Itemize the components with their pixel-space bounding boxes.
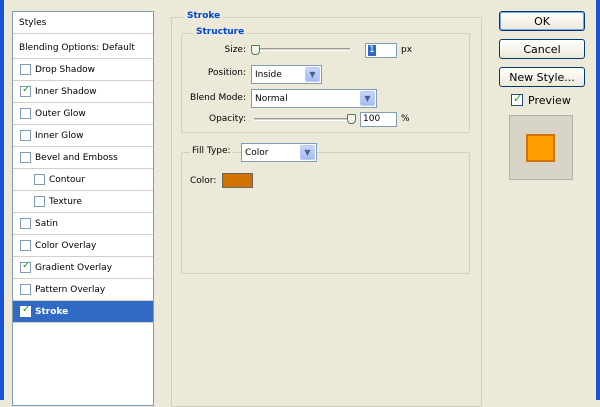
blending-options-label: Blending Options: Default bbox=[19, 42, 135, 53]
list-item-label: Bevel and Emboss bbox=[35, 152, 118, 163]
list-item-stroke[interactable]: Stroke bbox=[13, 301, 153, 323]
position-value: Inside bbox=[255, 69, 282, 80]
fill-type-select[interactable]: Color ▼ bbox=[241, 143, 317, 162]
color-overlay-checkbox[interactable] bbox=[20, 240, 31, 251]
styles-header-label: Styles bbox=[19, 17, 47, 28]
chevron-down-icon[interactable]: ▼ bbox=[305, 67, 320, 82]
window-frame-right bbox=[596, 0, 600, 400]
stroke-color-swatch[interactable] bbox=[222, 173, 253, 188]
list-item-drop-shadow[interactable]: Drop Shadow bbox=[13, 59, 153, 81]
list-item-label: Texture bbox=[49, 196, 82, 207]
fill-type-label: Fill Type: bbox=[190, 146, 233, 156]
drop-shadow-checkbox[interactable] bbox=[20, 64, 31, 75]
size-field[interactable]: 1 bbox=[365, 43, 397, 58]
list-item-label: Inner Shadow bbox=[35, 86, 97, 97]
chevron-down-icon[interactable]: ▼ bbox=[360, 91, 375, 106]
cancel-button[interactable]: Cancel bbox=[499, 39, 585, 59]
stroke-checkbox[interactable] bbox=[20, 304, 31, 317]
opacity-slider-thumb-icon[interactable] bbox=[347, 114, 356, 124]
blend-mode-label: Blend Mode: bbox=[189, 93, 246, 103]
fill-groupbox bbox=[181, 152, 470, 274]
stroke-title: Stroke bbox=[184, 11, 224, 21]
texture-checkbox[interactable] bbox=[34, 196, 45, 207]
preview-checkbox[interactable] bbox=[511, 92, 523, 106]
opacity-label: Opacity: bbox=[209, 114, 246, 124]
preview-well bbox=[509, 115, 573, 180]
opacity-slider-track[interactable] bbox=[254, 118, 354, 121]
contour-checkbox[interactable] bbox=[34, 174, 45, 185]
list-item-label: Stroke bbox=[35, 306, 69, 317]
list-item-label: Drop Shadow bbox=[35, 64, 96, 75]
preview-label: Preview bbox=[528, 94, 571, 107]
opacity-value: 100 bbox=[363, 114, 381, 124]
opacity-field[interactable]: 100 bbox=[360, 112, 397, 127]
list-item-texture[interactable]: Texture bbox=[13, 191, 153, 213]
inner-shadow-checkbox[interactable] bbox=[20, 84, 31, 97]
color-label: Color: bbox=[190, 176, 217, 186]
position-label: Position: bbox=[207, 68, 246, 78]
gradient-overlay-checkbox[interactable] bbox=[20, 260, 31, 273]
size-slider-thumb-icon[interactable] bbox=[251, 45, 260, 55]
chevron-down-icon[interactable]: ▼ bbox=[300, 145, 315, 160]
list-item-label: Pattern Overlay bbox=[35, 284, 106, 295]
new-style-button[interactable]: New Style... bbox=[499, 67, 585, 87]
list-item-gradient-overlay[interactable]: Gradient Overlay bbox=[13, 257, 153, 279]
list-item-label: Satin bbox=[35, 218, 58, 229]
opacity-unit: % bbox=[401, 114, 410, 124]
satin-checkbox[interactable] bbox=[20, 218, 31, 229]
inner-glow-checkbox[interactable] bbox=[20, 130, 31, 141]
size-slider-track[interactable] bbox=[254, 48, 350, 51]
list-item-label: Inner Glow bbox=[35, 130, 84, 141]
structure-title: Structure bbox=[193, 27, 248, 37]
list-item-inner-shadow[interactable]: Inner Shadow bbox=[13, 81, 153, 103]
list-item-label: Color Overlay bbox=[35, 240, 97, 251]
outer-glow-checkbox[interactable] bbox=[20, 108, 31, 119]
styles-list: Styles Blending Options: Default Drop Sh… bbox=[12, 11, 154, 406]
list-item-color-overlay[interactable]: Color Overlay bbox=[13, 235, 153, 257]
blend-mode-select[interactable]: Normal ▼ bbox=[251, 89, 377, 108]
list-item-pattern-overlay[interactable]: Pattern Overlay bbox=[13, 279, 153, 301]
list-item-bevel-and-emboss[interactable]: Bevel and Emboss bbox=[13, 147, 153, 169]
bevel-and-emboss-checkbox[interactable] bbox=[20, 152, 31, 163]
ok-button[interactable]: OK bbox=[499, 11, 585, 31]
preview-thumbnail bbox=[526, 134, 555, 162]
list-item-contour[interactable]: Contour bbox=[13, 169, 153, 191]
list-item-inner-glow[interactable]: Inner Glow bbox=[13, 125, 153, 147]
size-unit: px bbox=[401, 45, 413, 55]
window-frame-left bbox=[0, 0, 4, 400]
pattern-overlay-checkbox[interactable] bbox=[20, 284, 31, 295]
styles-header[interactable]: Styles bbox=[13, 12, 153, 34]
fill-type-value: Color bbox=[245, 147, 269, 158]
list-item-outer-glow[interactable]: Outer Glow bbox=[13, 103, 153, 125]
size-label: Size: bbox=[224, 45, 246, 55]
position-select[interactable]: Inside ▼ bbox=[251, 65, 322, 84]
list-item-label: Contour bbox=[49, 174, 85, 185]
list-item-satin[interactable]: Satin bbox=[13, 213, 153, 235]
blend-mode-value: Normal bbox=[255, 93, 288, 104]
size-value: 1 bbox=[368, 45, 376, 56]
blending-options-item[interactable]: Blending Options: Default bbox=[13, 37, 153, 59]
list-item-label: Outer Glow bbox=[35, 108, 86, 119]
list-item-label: Gradient Overlay bbox=[35, 262, 113, 273]
